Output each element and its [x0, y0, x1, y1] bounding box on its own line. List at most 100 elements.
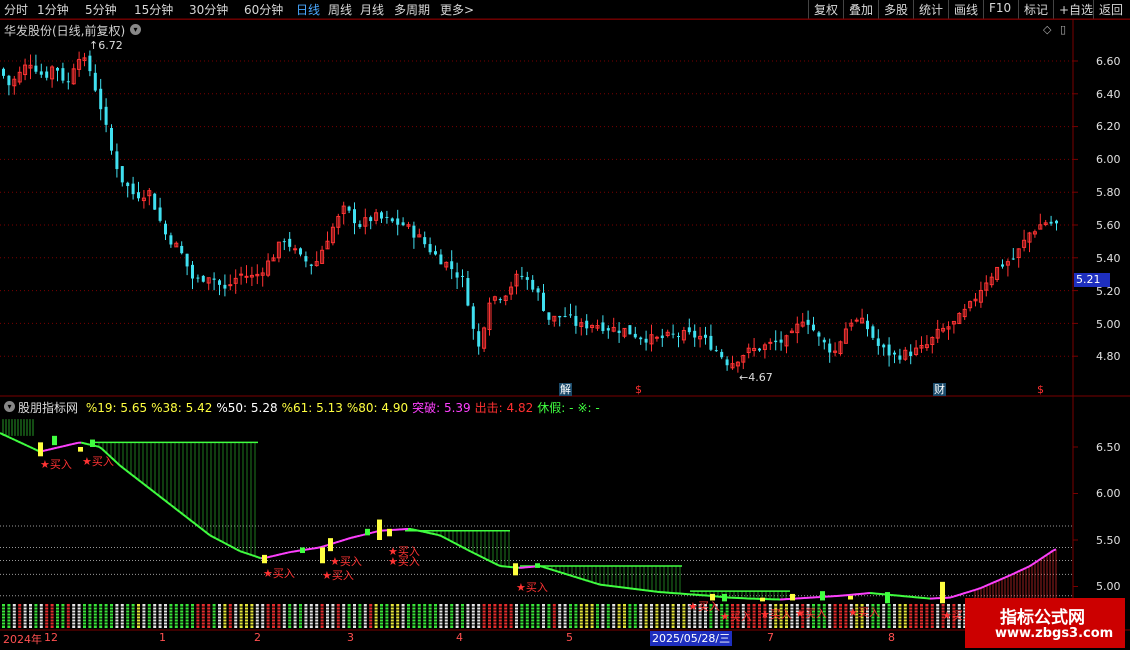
indicator-value: ※: -: [577, 401, 600, 415]
finance-event-marker[interactable]: 财: [933, 383, 946, 396]
candle-body: [353, 209, 356, 224]
indicator-line: [455, 542, 460, 547]
y-tick: 6.60: [1096, 55, 1121, 68]
candle-body: [390, 218, 394, 222]
signal-bar: [387, 528, 392, 537]
dividend-event-marker[interactable]: $: [634, 383, 643, 396]
candle-body: [34, 65, 38, 72]
cursor-date-tag: 2025/05/28/三: [650, 631, 733, 646]
low-arrow-icon: ←: [739, 371, 749, 384]
indicator-line: [488, 559, 493, 563]
indicator-line: [44, 448, 49, 452]
candle-body: [466, 278, 470, 306]
indicator-line: [353, 535, 358, 539]
indicator-line: [155, 492, 160, 497]
indicator-line: [557, 570, 562, 574]
indicator-line: [113, 459, 118, 464]
candle-body: [660, 335, 664, 339]
indicator-line: [152, 490, 157, 495]
candle-body: [401, 222, 405, 226]
buy-signal-label: ★买入: [760, 608, 792, 621]
indicator-line: [434, 533, 439, 536]
candle-body: [887, 344, 891, 356]
ind-y-tick: 5.50: [1096, 534, 1121, 547]
high-value: 6.72: [98, 39, 123, 52]
indicator-line: [461, 546, 466, 550]
indicator-line: [98, 445, 103, 450]
chart-canvas[interactable]: [0, 0, 1130, 650]
indicator-value: %61: 5.13: [281, 401, 343, 415]
indicator-line: [0, 432, 4, 436]
indicator-line: [440, 534, 445, 539]
indicator-line: [20, 441, 25, 446]
indicator-line: [548, 567, 553, 571]
chevron-down-icon[interactable]: ▾: [4, 401, 15, 412]
y-tick: 5.60: [1096, 219, 1121, 232]
x-label: 1: [159, 631, 166, 644]
indicator-line: [998, 577, 1003, 582]
candle-body: [1055, 220, 1058, 224]
indicator-line: [587, 579, 592, 583]
candle-body: [1001, 264, 1004, 267]
indicator-line: [1049, 549, 1054, 554]
indicator-line: [464, 547, 469, 551]
indicator-value: %80: 4.90: [346, 401, 409, 415]
candle-body: [876, 338, 880, 346]
indicator-line: [962, 591, 967, 595]
indicator-line: [239, 550, 244, 554]
candle-body: [866, 320, 869, 330]
indicator-line: [245, 552, 250, 556]
signal-bar: [78, 447, 83, 452]
candle-body: [806, 319, 810, 325]
candle-body: [191, 264, 194, 279]
indicator-line: [347, 536, 352, 540]
indicator-line: [422, 530, 427, 534]
unlock-event-marker[interactable]: 解: [559, 383, 572, 396]
buy-signal-label: ★买入: [263, 567, 295, 580]
indicator-line: [989, 581, 994, 585]
indicator-line: [8, 436, 13, 440]
indicator-line: [80, 441, 85, 445]
indicator-line: [221, 540, 226, 545]
signal-bar: [848, 595, 853, 600]
indicator-line: [224, 542, 229, 546]
candle-body: [601, 322, 605, 332]
candle-body: [380, 212, 383, 219]
signal-bar: [52, 435, 57, 446]
indicator-line: [446, 538, 451, 542]
indicator-line: [227, 543, 232, 548]
buy-signal-label: ★买入: [322, 569, 354, 582]
candle-body: [574, 315, 578, 326]
indicator-line: [56, 446, 61, 449]
candle-body: [288, 238, 292, 247]
indicator-value: 休假: -: [537, 401, 574, 415]
indicator-line: [452, 541, 457, 545]
indicator-line: [1031, 561, 1036, 566]
indicator-name[interactable]: 股朋指标网: [18, 401, 78, 415]
indicator-line: [1052, 548, 1057, 552]
indicator-line: [218, 539, 223, 543]
candle-body: [61, 68, 65, 81]
indicator-line: [17, 440, 22, 444]
indicator-line: [419, 530, 424, 533]
indicator-line: [188, 518, 193, 523]
indicator-line: [197, 525, 202, 530]
candle-body: [196, 277, 200, 279]
x-label: 2024年: [3, 633, 42, 646]
indicator-line: [182, 513, 187, 518]
indicator-value: 突破: 5.39: [412, 401, 471, 415]
indicator-line: [482, 556, 487, 560]
candle-body: [882, 344, 886, 348]
indicator-line: [149, 488, 154, 492]
indicator-line: [1010, 572, 1015, 576]
indicator-value: %38: 5.42: [151, 401, 213, 415]
candle-body: [617, 330, 621, 333]
indicator-line: [167, 502, 172, 506]
indicator-line: [539, 565, 544, 568]
y-tick: 5.00: [1096, 318, 1121, 331]
indicator-value: %19: 5.65: [85, 401, 148, 415]
dividend-event-marker[interactable]: $: [1036, 383, 1045, 396]
indicator-line: [1022, 566, 1027, 571]
candle-body: [244, 275, 249, 278]
indicator-line: [200, 527, 205, 532]
